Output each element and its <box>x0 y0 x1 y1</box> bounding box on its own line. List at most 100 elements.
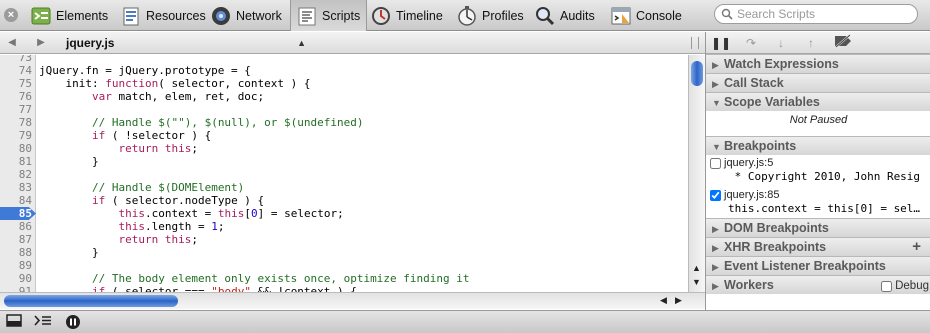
step-into-icon[interactable]: ↓ <box>770 34 792 52</box>
breakpoint-checkbox[interactable] <box>710 157 721 169</box>
pane-breakpoints[interactable]: ▼ Breakpoints <box>706 136 930 155</box>
step-over-icon[interactable]: ↷ <box>740 34 762 52</box>
code-line: jQuery.fn = jQuery.prototype = { <box>39 64 251 77</box>
pane-call-stack[interactable]: ▶ Call Stack <box>706 73 930 92</box>
pane-dom-breakpoints[interactable]: ▶ DOM Breakpoints <box>706 218 930 237</box>
tab-label: Profiles <box>482 8 524 23</box>
tab-label: Resources <box>146 8 206 23</box>
search-icon <box>721 8 733 20</box>
code-line: // The body element only exists once, op… <box>91 272 470 285</box>
debugger-sidebar: ❚❚ ↷ ↓ ↑ ▶ Watch Expressions ▶ Call Stack … <box>705 32 930 310</box>
scroll-left-icon[interactable]: ◀ <box>660 295 667 306</box>
close-icon[interactable]: × <box>4 8 18 22</box>
breakpoint-item[interactable]: jquery.js:5 <box>710 157 773 169</box>
split-handle[interactable] <box>691 37 699 49</box>
scroll-right-icon[interactable]: ▶ <box>675 295 682 306</box>
line-number[interactable]: 88 <box>0 246 32 259</box>
pane-scope-variables[interactable]: ▼ Scope Variables <box>706 92 930 111</box>
scroll-down-icon[interactable]: ▼ <box>692 277 701 287</box>
source-editor[interactable]: 73 74 75 76 77 78 79 80 81 82 83 84 85 86 87 88 89 90 91 j… <box>0 55 705 292</box>
scroll-up-icon[interactable]: ▲ <box>692 263 701 273</box>
pane-event-listener-breakpoints[interactable]: ▶ Event Listener Breakpoints <box>706 256 930 275</box>
step-out-icon[interactable]: ↑ <box>800 34 822 52</box>
scripts-icon <box>296 5 318 27</box>
line-number[interactable]: 76 <box>0 90 32 103</box>
tab-console[interactable]: Console <box>610 1 682 30</box>
code-line: // Handle $(""), $(null), or $(undefined… <box>91 116 364 129</box>
breakpoint-source-line: this.context = this[0] = sel… <box>728 202 921 215</box>
breakpoint-location: jquery.js:5 <box>724 157 774 169</box>
line-number[interactable]: 79 <box>0 129 32 142</box>
tab-resources[interactable]: Resources <box>120 1 206 30</box>
vertical-scroll-thumb[interactable] <box>691 61 703 86</box>
code-line: } <box>39 246 99 259</box>
collapsed-triangle-icon: ▶ <box>712 281 719 291</box>
line-number[interactable]: 87 <box>0 233 32 246</box>
pane-title: Call Stack <box>724 76 784 90</box>
line-number[interactable]: 78 <box>0 116 32 129</box>
code-line: if ( !selector ) { <box>91 129 212 142</box>
debugger-controls: ❚❚ ↷ ↓ ↑ <box>706 32 930 54</box>
line-number[interactable]: 77 <box>0 103 32 116</box>
line-number[interactable]: 82 <box>0 168 32 181</box>
line-number[interactable]: 80 <box>0 142 32 155</box>
search-field[interactable] <box>714 4 918 24</box>
code-line: // Handle $(DOMElement) <box>91 181 245 194</box>
code-line: return this; <box>118 233 198 246</box>
search-input[interactable] <box>737 7 907 21</box>
tab-elements[interactable]: Elements <box>30 1 108 30</box>
line-number[interactable]: 90 <box>0 272 32 285</box>
pane-title: DOM Breakpoints <box>724 221 829 235</box>
collapsed-triangle-icon: ▶ <box>712 60 719 70</box>
network-icon <box>210 5 232 27</box>
vertical-scrollbar[interactable]: ▲ ▼ <box>688 55 705 292</box>
line-number[interactable]: 84 <box>0 194 32 207</box>
elements-icon <box>30 5 52 27</box>
script-file-select[interactable]: jquery.js ▲▼ <box>56 34 306 66</box>
add-xhr-breakpoint-icon[interactable]: + <box>912 238 921 256</box>
horizontal-scrollbar[interactable]: ◀ ▶ <box>0 292 705 309</box>
timeline-icon <box>370 5 392 27</box>
line-number-gutter[interactable]: 73 74 75 76 77 78 79 80 81 82 83 84 85 86 87 88 89 90 91 <box>0 55 36 292</box>
code-line: init: function( selector, context ) { <box>39 77 311 90</box>
script-file-name: jquery.js <box>66 36 115 50</box>
line-number[interactable]: 75 <box>0 77 32 90</box>
dock-to-window-icon[interactable] <box>3 314 25 331</box>
breakpoint-checkbox[interactable] <box>710 189 721 201</box>
tab-scripts[interactable]: Scripts <box>290 0 368 31</box>
code-area[interactable]: jQuery.fn = jQuery.prototype = { init: f… <box>36 55 688 292</box>
tab-label: Timeline <box>396 8 443 23</box>
pause-on-exceptions-icon[interactable] <box>62 314 84 331</box>
line-number[interactable]: 81 <box>0 155 32 168</box>
pane-watch-expressions[interactable]: ▶ Watch Expressions <box>706 54 930 73</box>
line-number[interactable]: 74 <box>0 64 32 77</box>
horizontal-scroll-thumb[interactable] <box>4 295 178 307</box>
line-number[interactable]: 89 <box>0 259 32 272</box>
line-number[interactable]: 73 <box>0 55 32 64</box>
collapsed-triangle-icon: ▶ <box>712 224 719 234</box>
tab-label: Console <box>636 8 682 23</box>
workers-debug-toggle[interactable]: Debug <box>881 277 929 295</box>
line-number[interactable]: 91 <box>0 285 32 292</box>
tab-audits[interactable]: Audits <box>534 1 595 30</box>
back-arrow-icon[interactable]: ◀ <box>4 35 20 51</box>
line-number-breakpoint[interactable]: 85 <box>0 207 36 220</box>
pane-workers[interactable]: ▶ Workers Debug <box>706 275 930 294</box>
deactivate-breakpoints-icon[interactable] <box>832 34 854 52</box>
tab-label: Scripts <box>322 8 361 23</box>
workers-debug-checkbox[interactable] <box>881 280 893 292</box>
tab-timeline[interactable]: Timeline <box>370 1 443 30</box>
line-number[interactable]: 83 <box>0 181 32 194</box>
forward-arrow-icon[interactable]: ▶ <box>33 35 49 51</box>
pane-title: Watch Expressions <box>724 57 839 71</box>
console-icon <box>610 5 632 27</box>
line-number[interactable]: 86 <box>0 220 32 233</box>
code-line: } <box>39 155 99 168</box>
console-drawer-icon[interactable] <box>32 314 54 331</box>
pane-xhr-breakpoints[interactable]: ▶ XHR Breakpoints + <box>706 237 930 256</box>
tab-profiles[interactable]: Profiles <box>456 1 524 30</box>
pause-icon[interactable]: ❚❚ <box>710 34 732 52</box>
tab-network[interactable]: Network <box>210 1 282 30</box>
code-line: if ( selector.nodeType ) { <box>91 194 265 207</box>
breakpoint-item[interactable]: jquery.js:85 <box>710 189 779 201</box>
